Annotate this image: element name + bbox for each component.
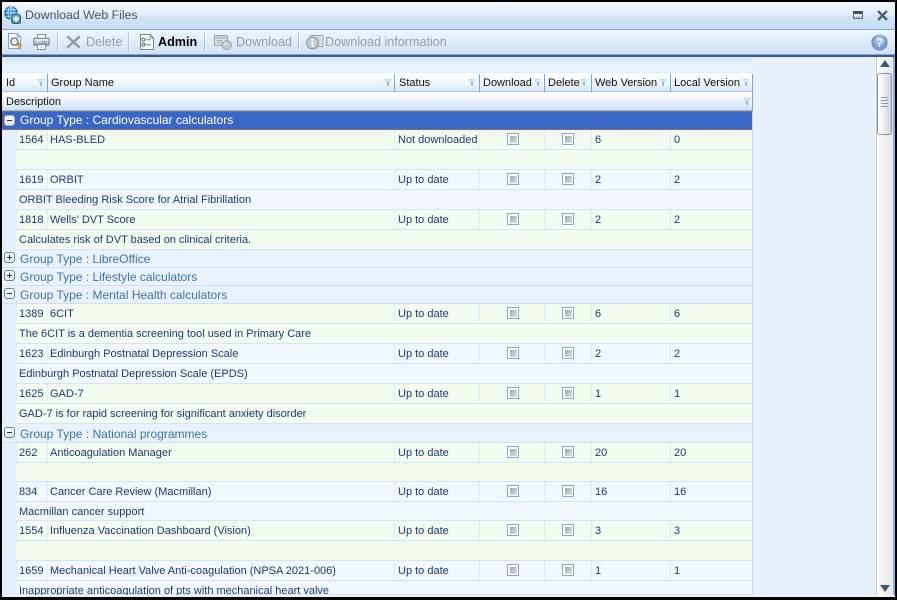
svg-text:?: ? <box>876 38 883 50</box>
